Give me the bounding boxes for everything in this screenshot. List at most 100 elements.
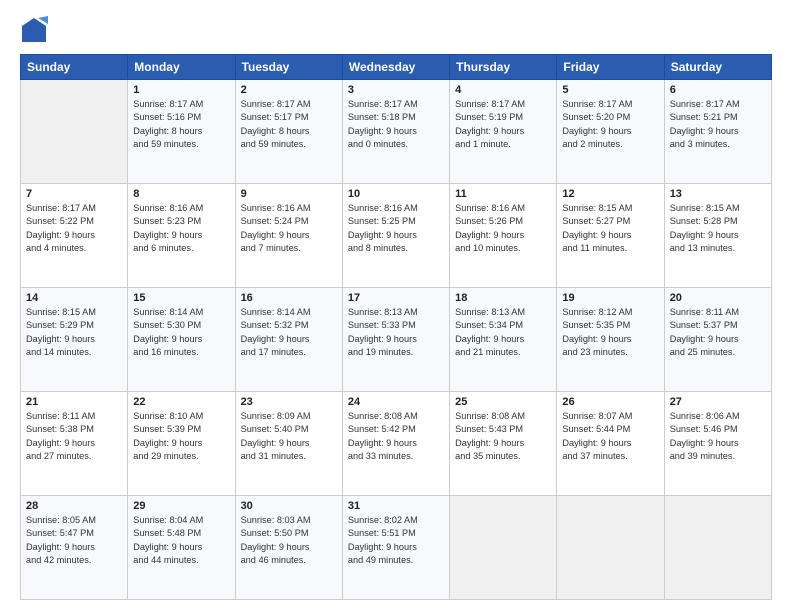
- day-info: Sunrise: 8:03 AM Sunset: 5:50 PM Dayligh…: [241, 514, 337, 567]
- day-info: Sunrise: 8:04 AM Sunset: 5:48 PM Dayligh…: [133, 514, 229, 567]
- day-cell: 2Sunrise: 8:17 AM Sunset: 5:17 PM Daylig…: [235, 80, 342, 184]
- day-header: Thursday: [450, 55, 557, 80]
- day-number: 19: [562, 292, 658, 304]
- day-info: Sunrise: 8:17 AM Sunset: 5:22 PM Dayligh…: [26, 202, 122, 255]
- day-cell: 7 Sunrise: 8:17 AM Sunset: 5:22 PM Daylig…: [21, 184, 128, 288]
- day-number: 25: [455, 396, 551, 408]
- day-header: Friday: [557, 55, 664, 80]
- day-number: 4: [455, 84, 551, 96]
- day-cell: 5 Sunrise: 8:17 AM Sunset: 5:20 PM Daylig…: [557, 80, 664, 184]
- day-cell: 9 Sunrise: 8:16 AM Sunset: 5:24 PM Daylig…: [235, 184, 342, 288]
- day-number: 31: [348, 500, 444, 512]
- day-info: Sunrise: 8:10 AM Sunset: 5:39 PM Dayligh…: [133, 410, 229, 463]
- day-info: Sunrise: 8:08 AM Sunset: 5:42 PM Dayligh…: [348, 410, 444, 463]
- day-info: Sunrise: 8:09 AM Sunset: 5:40 PM Dayligh…: [241, 410, 337, 463]
- day-cell: 3 Sunrise: 8:17 AM Sunset: 5:18 PM Daylig…: [342, 80, 449, 184]
- day-cell: 12 Sunrise: 8:15 AM Sunset: 5:27 PM Dayli…: [557, 184, 664, 288]
- day-cell: 14Sunrise: 8:15 AM Sunset: 5:29 PM Dayli…: [21, 288, 128, 392]
- logo-icon: [20, 16, 48, 44]
- day-number: 23: [241, 396, 337, 408]
- day-cell: 27 Sunrise: 8:06 AM Sunset: 5:46 PM Dayli…: [664, 392, 771, 496]
- day-info: Sunrise: 8:15 AM Sunset: 5:29 PM Dayligh…: [26, 306, 122, 359]
- day-info: Sunrise: 8:08 AM Sunset: 5:43 PM Dayligh…: [455, 410, 551, 463]
- day-number: 27: [670, 396, 766, 408]
- day-number: 13: [670, 188, 766, 200]
- day-header: Sunday: [21, 55, 128, 80]
- day-number: 2: [241, 84, 337, 96]
- day-number: 15: [133, 292, 229, 304]
- day-info: Sunrise: 8:05 AM Sunset: 5:47 PM Dayligh…: [26, 514, 122, 567]
- day-cell: 22 Sunrise: 8:10 AM Sunset: 5:39 PM Dayli…: [128, 392, 235, 496]
- logo: [20, 16, 52, 44]
- day-header: Wednesday: [342, 55, 449, 80]
- day-number: 8: [133, 188, 229, 200]
- day-info: Sunrise: 8:14 AM Sunset: 5:32 PM Dayligh…: [241, 306, 337, 359]
- day-number: 26: [562, 396, 658, 408]
- day-cell: 8 Sunrise: 8:16 AM Sunset: 5:23 PM Daylig…: [128, 184, 235, 288]
- day-number: 22: [133, 396, 229, 408]
- day-info: Sunrise: 8:07 AM Sunset: 5:44 PM Dayligh…: [562, 410, 658, 463]
- day-number: 6: [670, 84, 766, 96]
- week-row: 7 Sunrise: 8:17 AM Sunset: 5:22 PM Daylig…: [21, 184, 772, 288]
- day-header: Tuesday: [235, 55, 342, 80]
- header: [20, 16, 772, 44]
- day-cell: 16 Sunrise: 8:14 AM Sunset: 5:32 PM Dayli…: [235, 288, 342, 392]
- day-cell: 4 Sunrise: 8:17 AM Sunset: 5:19 PM Daylig…: [450, 80, 557, 184]
- day-info: Sunrise: 8:16 AM Sunset: 5:24 PM Dayligh…: [241, 202, 337, 255]
- day-info: Sunrise: 8:15 AM Sunset: 5:28 PM Dayligh…: [670, 202, 766, 255]
- day-cell: 21 Sunrise: 8:11 AM Sunset: 5:38 PM Dayli…: [21, 392, 128, 496]
- day-number: 24: [348, 396, 444, 408]
- day-info: Sunrise: 8:17 AM Sunset: 5:18 PM Dayligh…: [348, 98, 444, 151]
- day-cell: 13 Sunrise: 8:15 AM Sunset: 5:28 PM Dayli…: [664, 184, 771, 288]
- day-number: 20: [670, 292, 766, 304]
- day-cell: 24 Sunrise: 8:08 AM Sunset: 5:42 PM Dayli…: [342, 392, 449, 496]
- day-info: Sunrise: 8:06 AM Sunset: 5:46 PM Dayligh…: [670, 410, 766, 463]
- day-info: Sunrise: 8:17 AM Sunset: 5:19 PM Dayligh…: [455, 98, 551, 151]
- day-cell: [664, 496, 771, 600]
- week-row: 1Sunrise: 8:17 AM Sunset: 5:16 PM Daylig…: [21, 80, 772, 184]
- week-row: 21 Sunrise: 8:11 AM Sunset: 5:38 PM Dayli…: [21, 392, 772, 496]
- day-info: Sunrise: 8:16 AM Sunset: 5:23 PM Dayligh…: [133, 202, 229, 255]
- day-number: 7: [26, 188, 122, 200]
- day-number: 5: [562, 84, 658, 96]
- day-number: 16: [241, 292, 337, 304]
- calendar: SundayMondayTuesdayWednesdayThursdayFrid…: [20, 54, 772, 600]
- day-cell: 1Sunrise: 8:17 AM Sunset: 5:16 PM Daylig…: [128, 80, 235, 184]
- day-cell: 31 Sunrise: 8:02 AM Sunset: 5:51 PM Dayli…: [342, 496, 449, 600]
- day-number: 17: [348, 292, 444, 304]
- day-cell: 6 Sunrise: 8:17 AM Sunset: 5:21 PM Daylig…: [664, 80, 771, 184]
- day-cell: 15 Sunrise: 8:14 AM Sunset: 5:30 PM Dayli…: [128, 288, 235, 392]
- day-header: Monday: [128, 55, 235, 80]
- day-info: Sunrise: 8:13 AM Sunset: 5:33 PM Dayligh…: [348, 306, 444, 359]
- day-info: Sunrise: 8:15 AM Sunset: 5:27 PM Dayligh…: [562, 202, 658, 255]
- day-info: Sunrise: 8:16 AM Sunset: 5:25 PM Dayligh…: [348, 202, 444, 255]
- day-cell: 10 Sunrise: 8:16 AM Sunset: 5:25 PM Dayli…: [342, 184, 449, 288]
- day-number: 18: [455, 292, 551, 304]
- day-info: Sunrise: 8:12 AM Sunset: 5:35 PM Dayligh…: [562, 306, 658, 359]
- day-info: Sunrise: 8:02 AM Sunset: 5:51 PM Dayligh…: [348, 514, 444, 567]
- day-info: Sunrise: 8:17 AM Sunset: 5:20 PM Dayligh…: [562, 98, 658, 151]
- day-number: 3: [348, 84, 444, 96]
- day-info: Sunrise: 8:11 AM Sunset: 5:38 PM Dayligh…: [26, 410, 122, 463]
- day-header: Saturday: [664, 55, 771, 80]
- day-cell: 23 Sunrise: 8:09 AM Sunset: 5:40 PM Dayli…: [235, 392, 342, 496]
- day-number: 30: [241, 500, 337, 512]
- day-number: 21: [26, 396, 122, 408]
- day-cell: 17 Sunrise: 8:13 AM Sunset: 5:33 PM Dayli…: [342, 288, 449, 392]
- day-cell: 20 Sunrise: 8:11 AM Sunset: 5:37 PM Dayli…: [664, 288, 771, 392]
- day-cell: 11Sunrise: 8:16 AM Sunset: 5:26 PM Dayli…: [450, 184, 557, 288]
- day-cell: [557, 496, 664, 600]
- day-number: 9: [241, 188, 337, 200]
- day-info: Sunrise: 8:11 AM Sunset: 5:37 PM Dayligh…: [670, 306, 766, 359]
- day-info: Sunrise: 8:17 AM Sunset: 5:21 PM Dayligh…: [670, 98, 766, 151]
- day-number: 11: [455, 188, 551, 200]
- page: SundayMondayTuesdayWednesdayThursdayFrid…: [0, 0, 792, 612]
- day-number: 29: [133, 500, 229, 512]
- day-cell: 29 Sunrise: 8:04 AM Sunset: 5:48 PM Dayli…: [128, 496, 235, 600]
- day-cell: [21, 80, 128, 184]
- day-cell: 25 Sunrise: 8:08 AM Sunset: 5:43 PM Dayli…: [450, 392, 557, 496]
- day-number: 12: [562, 188, 658, 200]
- day-info: Sunrise: 8:14 AM Sunset: 5:30 PM Dayligh…: [133, 306, 229, 359]
- week-row: 14Sunrise: 8:15 AM Sunset: 5:29 PM Dayli…: [21, 288, 772, 392]
- day-number: 10: [348, 188, 444, 200]
